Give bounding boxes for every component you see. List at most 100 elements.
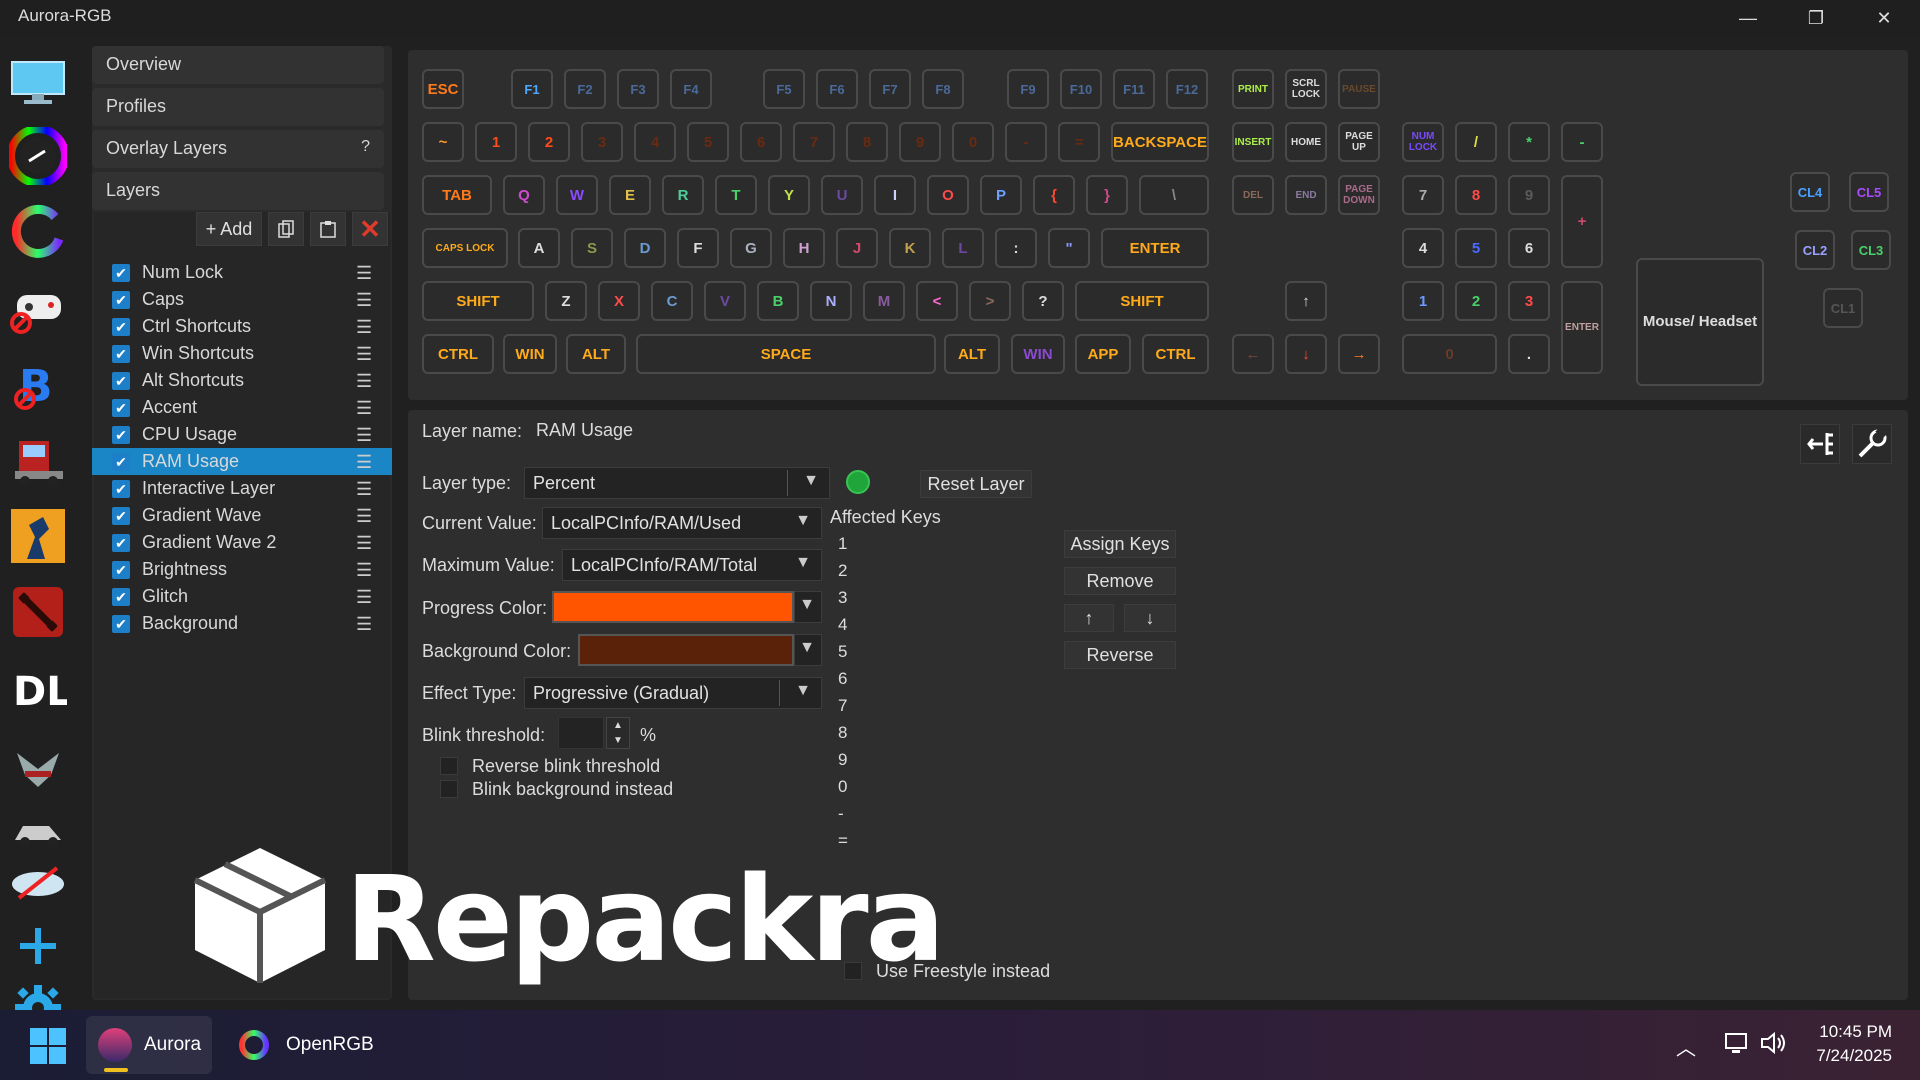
key-i[interactable]: I: [874, 175, 916, 215]
key-f4[interactable]: F4: [670, 69, 712, 109]
list-item[interactable]: -: [838, 804, 844, 824]
key-k[interactable]: K: [889, 228, 931, 268]
truck-icon[interactable]: [8, 430, 68, 490]
network-icon[interactable]: [1724, 1030, 1750, 1061]
key-num-1[interactable]: 1: [1402, 281, 1444, 321]
key-num-6[interactable]: 6: [1508, 228, 1550, 268]
key-cl2[interactable]: CL2: [1795, 230, 1835, 270]
layer-row[interactable]: ✔ Glitch ☰: [92, 583, 392, 610]
key-num-asterisk[interactable]: *: [1508, 122, 1550, 162]
nav-profiles[interactable]: Profiles: [92, 88, 384, 126]
layer-row[interactable]: ✔ Brightness ☰: [92, 556, 392, 583]
key-7[interactable]: 7: [793, 122, 835, 162]
key-right-alt[interactable]: ALT: [944, 334, 1000, 374]
drag-handle-icon[interactable]: ☰: [356, 452, 372, 473]
effect-type-dropdown[interactable]: Progressive (Gradual) ▼: [524, 677, 822, 709]
reverse-blink-checkbox[interactable]: [440, 757, 458, 775]
key-left-shift[interactable]: SHIFT: [422, 281, 534, 321]
key-space[interactable]: SPACE: [636, 334, 936, 374]
key-n[interactable]: N: [810, 281, 852, 321]
system-clock[interactable]: 10:45 PM 7/24/2025: [1816, 1020, 1892, 1068]
key-w[interactable]: W: [556, 175, 598, 215]
blink-background-checkbox[interactable]: [440, 780, 458, 798]
background-color-picker[interactable]: ▼: [794, 634, 822, 666]
layer-row[interactable]: ✔ Caps ☰: [92, 286, 392, 313]
move-down-button[interactable]: ↓: [1124, 604, 1176, 632]
move-up-button[interactable]: ↑: [1064, 604, 1114, 632]
key-less-than[interactable]: <: [916, 281, 958, 321]
key-num-3[interactable]: 3: [1508, 281, 1550, 321]
key-quote[interactable]: ": [1048, 228, 1090, 268]
key-arrow-right[interactable]: →: [1338, 334, 1380, 374]
layer-checkbox[interactable]: ✔: [112, 372, 130, 390]
key-f2[interactable]: F2: [564, 69, 606, 109]
progress-color-swatch[interactable]: [552, 591, 794, 623]
nav-overlay-layers[interactable]: Overlay Layers ?: [92, 130, 384, 168]
list-item[interactable]: 9: [838, 750, 847, 770]
drag-handle-icon[interactable]: ☰: [356, 398, 372, 419]
layer-row[interactable]: ✔ Accent ☰: [92, 394, 392, 421]
layer-row[interactable]: ✔ Gradient Wave ☰: [92, 502, 392, 529]
nav-overview[interactable]: Overview: [92, 46, 384, 84]
layer-row[interactable]: ✔ CPU Usage ☰: [92, 421, 392, 448]
key-colon[interactable]: :: [995, 228, 1037, 268]
key-equals[interactable]: =: [1058, 122, 1100, 162]
disabled-icon[interactable]: [8, 852, 68, 912]
layer-row[interactable]: ✔ Win Shortcuts ☰: [92, 340, 392, 367]
remove-key-button[interactable]: Remove: [1064, 567, 1176, 595]
key-f[interactable]: F: [677, 228, 719, 268]
key-c[interactable]: C: [651, 281, 693, 321]
help-icon[interactable]: ?: [361, 138, 370, 156]
key-backslash[interactable]: \: [1139, 175, 1209, 215]
key-0[interactable]: 0: [952, 122, 994, 162]
key-tilde[interactable]: ~: [422, 122, 464, 162]
key-left-alt[interactable]: ALT: [566, 334, 626, 374]
key-v[interactable]: V: [704, 281, 746, 321]
gamepad-disabled-icon[interactable]: [8, 278, 68, 338]
drag-handle-icon[interactable]: ☰: [356, 506, 372, 527]
list-item[interactable]: 8: [838, 723, 847, 743]
key-scroll-lock[interactable]: SCRL LOCK: [1285, 69, 1327, 109]
key-o[interactable]: O: [927, 175, 969, 215]
dying-light-icon[interactable]: DL: [8, 658, 68, 718]
layer-row[interactable]: ✔ Ctrl Shortcuts ☰: [92, 313, 392, 340]
key-cl3[interactable]: CL3: [1851, 230, 1891, 270]
elite-icon[interactable]: [8, 734, 68, 794]
list-item[interactable]: 4: [838, 615, 847, 635]
key-f10[interactable]: F10: [1060, 69, 1102, 109]
stepper-up-icon[interactable]: ▲: [607, 718, 629, 733]
delete-layer-button[interactable]: ✕: [352, 212, 388, 246]
key-num-lock[interactable]: NUM LOCK: [1402, 122, 1444, 162]
layer-name-value[interactable]: RAM Usage: [536, 420, 633, 441]
minimize-button[interactable]: —: [1714, 0, 1782, 36]
key-insert[interactable]: INSERT: [1232, 122, 1274, 162]
key-l[interactable]: L: [942, 228, 984, 268]
assign-keys-button[interactable]: Assign Keys: [1064, 530, 1176, 558]
list-item[interactable]: 7: [838, 696, 847, 716]
key-f12[interactable]: F12: [1166, 69, 1208, 109]
key-num-0[interactable]: 0: [1402, 334, 1497, 374]
key-num-enter[interactable]: ENTER: [1561, 281, 1603, 374]
maximize-button[interactable]: ❐: [1782, 0, 1850, 36]
key-left-ctrl[interactable]: CTRL: [422, 334, 494, 374]
key-f1[interactable]: F1: [511, 69, 553, 109]
key-caps-lock[interactable]: CAPS LOCK: [422, 228, 508, 268]
key-question[interactable]: ?: [1022, 281, 1064, 321]
key-6[interactable]: 6: [740, 122, 782, 162]
reset-layer-button[interactable]: Reset Layer: [920, 470, 1032, 498]
layer-row[interactable]: ✔ Num Lock ☰: [92, 259, 392, 286]
key-f9[interactable]: F9: [1007, 69, 1049, 109]
key-home[interactable]: HOME: [1285, 122, 1327, 162]
layer-checkbox[interactable]: ✔: [112, 588, 130, 606]
key-greater-than[interactable]: >: [969, 281, 1011, 321]
color-wheel-icon[interactable]: [8, 126, 68, 186]
key-cl1[interactable]: CL1: [1823, 288, 1863, 328]
reverse-keys-button[interactable]: Reverse: [1064, 641, 1176, 669]
drag-handle-icon[interactable]: ☰: [356, 479, 372, 500]
key-right-brace[interactable]: }: [1086, 175, 1128, 215]
layer-checkbox[interactable]: ✔: [112, 480, 130, 498]
list-item[interactable]: 5: [838, 642, 847, 662]
key-pause[interactable]: PAUSE: [1338, 69, 1380, 109]
nav-layers[interactable]: Layers: [92, 172, 384, 210]
key-esc[interactable]: ESC: [422, 69, 464, 109]
